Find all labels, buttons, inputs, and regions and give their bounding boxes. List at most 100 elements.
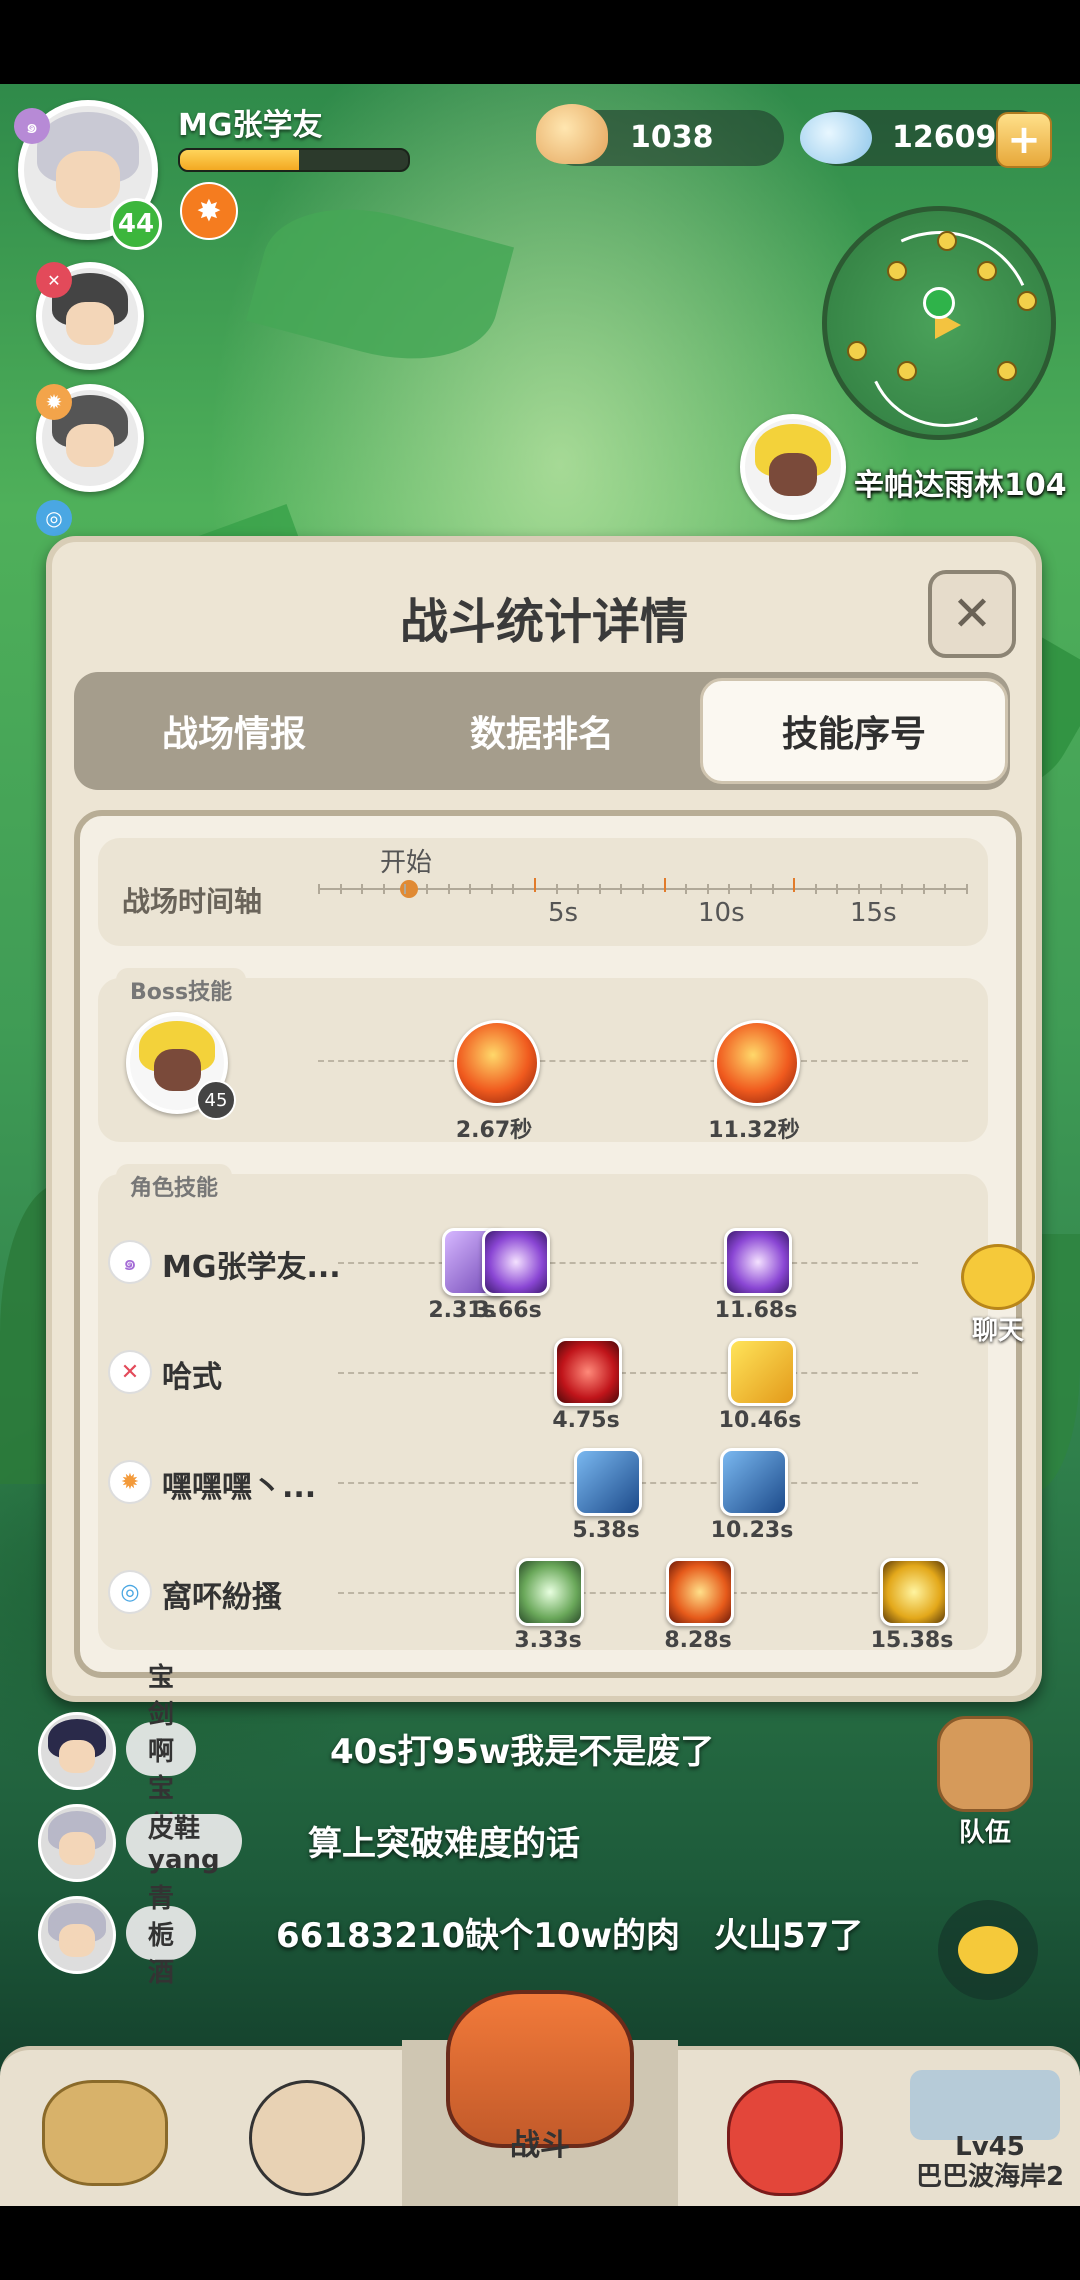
tab-battlefield-info[interactable]: 战场情报 — [84, 672, 384, 790]
skill-sequence-content: 战场时间轴 开始 5s 10s 15s Boss技能 2.67秒 11.32秒 … — [74, 810, 1022, 1678]
area-boss-portrait[interactable] — [740, 414, 846, 520]
skill-icon[interactable] — [516, 1558, 584, 1626]
map-node — [1017, 291, 1037, 311]
skill-icon[interactable] — [666, 1558, 734, 1626]
timeline-tick — [620, 884, 623, 894]
skill-icon[interactable] — [728, 1338, 796, 1406]
fighting-element-icon: ✕ — [36, 262, 72, 298]
role-name-1: MG张学友... — [162, 1250, 341, 1285]
timeline-tick — [901, 884, 904, 894]
timeline-tick — [469, 884, 472, 894]
timeline-tick — [577, 884, 580, 894]
character-icon — [249, 2080, 365, 2196]
timeline-tick — [404, 884, 407, 894]
skill-icon[interactable] — [724, 1228, 792, 1296]
lock-level: Lv45 — [955, 2132, 1025, 2162]
xp-fill — [180, 150, 299, 170]
nav-pets[interactable] — [30, 2080, 180, 2210]
nav-battle[interactable]: 战斗 — [436, 1990, 644, 2206]
avatar-face — [56, 150, 120, 209]
chat-button-label: 聊天 — [971, 1316, 1024, 1346]
timeline-tick — [814, 884, 817, 894]
fire-element-icon: ✹ — [108, 1460, 152, 1504]
lock-place: 巴巴波海岸2 — [915, 2162, 1065, 2192]
battle-label: 战斗 — [510, 2128, 570, 2163]
skill-icon[interactable] — [554, 1338, 622, 1406]
player-name: MG张学友 — [178, 108, 323, 143]
skill-time: 3.33s — [514, 1628, 582, 1653]
chat-text: 66183210缺个10w的肉 火山57了 — [276, 1916, 864, 1956]
timeline-tick — [598, 884, 601, 894]
plus-icon[interactable]: + — [996, 112, 1052, 168]
avatar — [38, 1712, 116, 1790]
timeline-tick — [728, 884, 731, 894]
diamond-icon — [800, 112, 872, 164]
timeline-start-marker — [400, 880, 418, 898]
leaf-decoration — [245, 185, 515, 383]
skill-icon[interactable] — [482, 1228, 550, 1296]
timeline-tick — [318, 884, 320, 894]
battle-stats-panel: 战斗统计详情 ✕ 战场情报 数据排名 技能序号 战场时间轴 开始 5s 10s … — [46, 536, 1042, 1702]
chat-nickname: 宝剑啊宝剑 — [126, 1663, 197, 1841]
locked-area[interactable]: Lv45 巴巴波海岸2 — [900, 2132, 1080, 2192]
tab-skill-sequence[interactable]: 技能序号 — [700, 678, 1008, 784]
minimap[interactable] — [822, 206, 1056, 440]
timeline-tick — [750, 884, 752, 894]
buff-icon[interactable]: ✸ — [180, 182, 238, 240]
boss-skill-icon-2[interactable] — [714, 1020, 800, 1106]
timeline-tick — [426, 884, 428, 894]
role-dashed-line — [338, 1592, 918, 1594]
boss-skill-time-1: 2.67秒 — [455, 1118, 533, 1143]
timeline-tick — [944, 884, 947, 894]
fighting-element-icon: ✕ — [108, 1350, 152, 1394]
skill-icon[interactable] — [574, 1448, 642, 1516]
map-node — [897, 361, 917, 381]
skill-time: 10.23s — [710, 1518, 794, 1543]
timeline-section: 战场时间轴 开始 5s 10s 15s — [98, 838, 988, 946]
timeline-tick-10s: 10s — [698, 898, 745, 928]
team-button[interactable]: 队伍 — [930, 1716, 1040, 1849]
avatar-face — [59, 1832, 95, 1865]
nav-character[interactable] — [232, 2080, 382, 2210]
timeline-tick — [966, 884, 968, 894]
role-name-4: 窩吥紛搔 — [162, 1580, 282, 1615]
role-name-3: 嘿嘿嘿丶... — [162, 1470, 317, 1505]
pet-icon — [42, 2080, 168, 2186]
map-node — [977, 261, 997, 281]
status-bar-area — [0, 0, 1080, 84]
chat-open-button[interactable] — [938, 1900, 1038, 2000]
role-name-2: 哈式 — [162, 1360, 222, 1395]
avatar — [38, 1896, 116, 1974]
chat-text: 算上突破难度的话 — [308, 1824, 580, 1864]
tab-data-ranking[interactable]: 数据排名 — [392, 672, 692, 790]
avatar — [38, 1804, 116, 1882]
fire-element-icon: ✹ — [36, 384, 72, 420]
skill-time: 3.66s — [474, 1298, 542, 1323]
nav-pokedex[interactable] — [710, 2080, 860, 2210]
skill-time: 8.28s — [664, 1628, 732, 1653]
timeline-tick — [361, 884, 364, 894]
skill-icon[interactable] — [880, 1558, 948, 1626]
dino-icon — [727, 2080, 843, 2196]
skill-time: 4.75s — [552, 1408, 620, 1433]
timeline-tick — [534, 878, 536, 892]
timeline-tick — [447, 884, 450, 894]
map-node — [997, 361, 1017, 381]
chat-bubble-icon — [961, 1244, 1035, 1310]
chat-button[interactable]: 聊天 — [948, 1244, 1048, 1347]
map-node — [937, 231, 957, 251]
navigation-bar-area — [0, 2206, 1080, 2280]
team-button-label: 队伍 — [958, 1818, 1011, 1848]
team-icon — [937, 1716, 1033, 1812]
avatar-face — [66, 301, 114, 345]
boss-skill-section: Boss技能 2.67秒 11.32秒 — [98, 968, 988, 1143]
boss-face — [153, 1048, 201, 1092]
boss-skill-icon-1[interactable] — [454, 1020, 540, 1106]
psychic-element-icon: ๑ — [108, 1240, 152, 1284]
diamond-count: 12609 — [892, 120, 997, 155]
avatar-face — [59, 1924, 95, 1957]
close-icon[interactable]: ✕ — [928, 570, 1016, 658]
chat-nickname: 皮鞋yang — [126, 1814, 242, 1875]
timeline-tick — [339, 884, 342, 894]
skill-icon[interactable] — [720, 1448, 788, 1516]
